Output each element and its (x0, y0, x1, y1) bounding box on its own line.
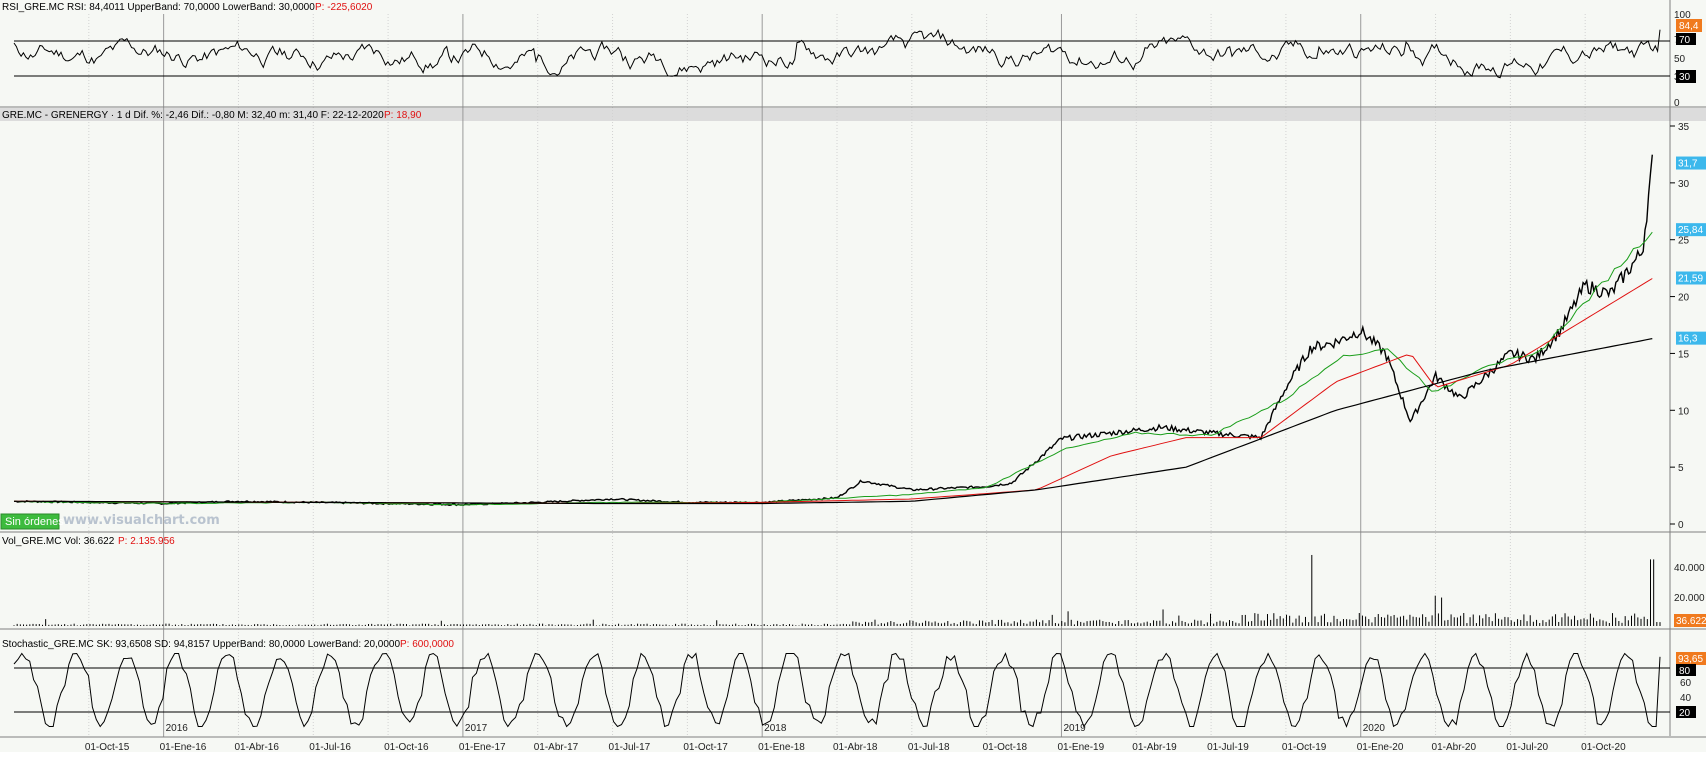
chart-window: RSI_GRE.MC RSI: 84,4011 UpperBand: 70,00… (0, 0, 1706, 753)
rsi-header: RSI_GRE.MC RSI: 84,4011 UpperBand: 70,00… (2, 2, 315, 13)
stochastic-header-p: P: 600,0000 (400, 639, 454, 650)
price-header: GRE.MC - GRENERGY · 1 d Dif. %: -2,46 Di… (2, 110, 384, 121)
year-label: 2016 (166, 723, 189, 734)
price-tick: 5 (1678, 463, 1684, 474)
date-label: 01-Jul-16 (309, 742, 351, 752)
date-label: 01-Oct-19 (1282, 742, 1327, 752)
year-label: 2019 (1063, 723, 1086, 734)
date-label: 01-Oct-16 (384, 742, 429, 752)
date-label: 01-Abr-18 (833, 742, 878, 752)
date-label: 01-Oct-18 (983, 742, 1028, 752)
rsi-panel[interactable] (0, 14, 1670, 106)
watermark: www.visualchart.com (63, 513, 220, 528)
rsi-header-p: P: -225,6020 (315, 2, 373, 13)
price-tick: 30 (1678, 179, 1690, 190)
price-value-label: 16,3 (1678, 334, 1698, 345)
date-label: 01-Ene-20 (1357, 742, 1404, 752)
volume-y-axis: 40.000 20.000 (1674, 563, 1705, 604)
stochastic-panel[interactable] (0, 645, 1670, 737)
date-label: 01-Ene-19 (1057, 742, 1104, 752)
rsi-lower-label: 30 (1679, 72, 1691, 83)
price-panel[interactable] (0, 123, 1670, 531)
stoch-upper-label: 80 (1679, 666, 1691, 677)
price-value-label: 21,59 (1678, 273, 1703, 284)
price-y-axis: 35 30 25 20 15 10 5 0 (1670, 122, 1690, 531)
date-label: 01-Oct-20 (1581, 742, 1626, 752)
price-header-p: P: 18,90 (384, 110, 422, 121)
date-label: 01-Oct-15 (85, 742, 130, 752)
price-value-label: 31,7 (1678, 159, 1698, 170)
volume-tick: 40.000 (1674, 563, 1705, 574)
stoch-lower-label: 20 (1679, 708, 1691, 719)
volume-panel[interactable] (0, 547, 1670, 628)
price-tick: 25 (1678, 236, 1690, 247)
date-label: 01-Ene-17 (459, 742, 506, 752)
year-label: 2017 (465, 723, 488, 734)
stoch-current-label: 93,65 (1678, 654, 1703, 665)
volume-current-label: 36.622 (1676, 616, 1706, 627)
chart-canvas[interactable]: RSI_GRE.MC RSI: 84,4011 UpperBand: 70,00… (0, 0, 1706, 753)
date-label: 01-Ene-18 (758, 742, 805, 752)
price-tick: 10 (1678, 406, 1690, 417)
volume-header-p: P: 2.135.956 (118, 536, 175, 547)
year-label: 2020 (1363, 723, 1386, 734)
rsi-tick: 50 (1674, 54, 1686, 65)
volume-tick: 20.000 (1674, 593, 1705, 604)
date-label: 01-Jul-18 (908, 742, 950, 752)
date-label: 01-Jul-20 (1506, 742, 1548, 752)
date-label: 01-Abr-20 (1432, 742, 1477, 752)
date-label: 01-Abr-16 (234, 742, 279, 752)
status-badge[interactable]: Sin órdenes (5, 516, 64, 528)
date-label: 01-Oct-17 (683, 742, 728, 752)
price-tick: 20 (1678, 293, 1690, 304)
date-label: 01-Ene-16 (160, 742, 207, 752)
price-tick: 15 (1678, 349, 1690, 360)
year-label: 2018 (764, 723, 787, 734)
stoch-tick: 40 (1680, 693, 1692, 704)
volume-header: Vol_GRE.MC Vol: 36.622 (2, 536, 115, 547)
date-label: 01-Abr-17 (534, 742, 579, 752)
date-label: 01-Abr-19 (1132, 742, 1177, 752)
rsi-tick: 0 (1674, 98, 1680, 109)
rsi-current-label: 84,4 (1679, 21, 1699, 32)
date-label: 01-Jul-17 (609, 742, 651, 752)
price-tick: 35 (1678, 122, 1690, 133)
price-tick: 0 (1678, 520, 1684, 531)
stoch-tick: 60 (1680, 678, 1692, 689)
price-value-label: 25,84 (1678, 225, 1703, 236)
rsi-upper-label: 70 (1679, 35, 1691, 46)
date-label: 01-Jul-19 (1207, 742, 1249, 752)
stochastic-header: Stochastic_GRE.MC SK: 93,6508 SD: 94,815… (2, 639, 400, 650)
